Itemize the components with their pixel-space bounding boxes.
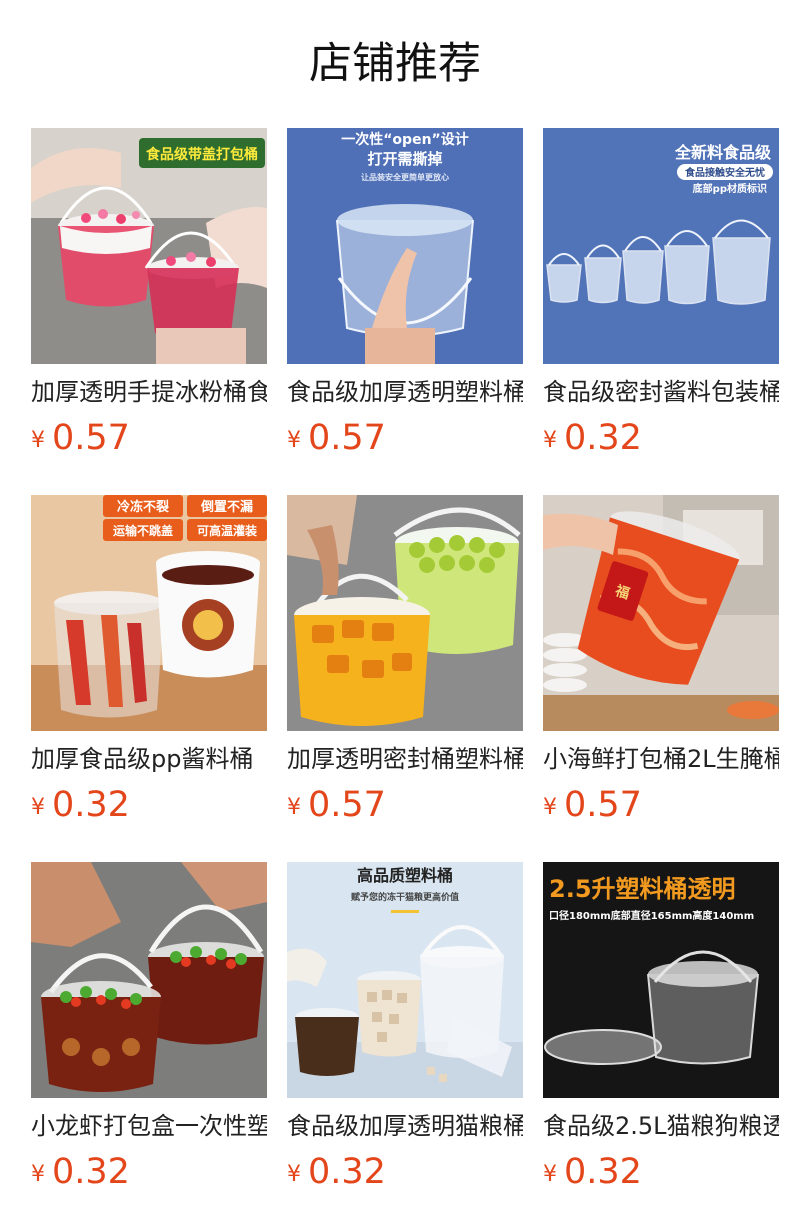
currency-symbol: ¥ (31, 1162, 45, 1187)
svg-text:运输不跳盖: 运输不跳盖 (113, 523, 173, 538)
product-price: ¥0.57 (31, 416, 130, 460)
currency-symbol: ¥ (287, 1162, 301, 1187)
currency-symbol: ¥ (287, 795, 301, 820)
svg-text:口径180mm底部直径165mm高度140mm: 口径180mm底部直径165mm高度140mm (549, 909, 754, 922)
currency-symbol: ¥ (543, 795, 557, 820)
svg-text:打开需撕掉: 打开需撕掉 (367, 150, 442, 168)
product-price: ¥0.32 (31, 783, 130, 827)
product-card[interactable]: 加厚透明密封桶塑料桶 ¥0.57 (287, 495, 523, 835)
price-value: 0.32 (564, 418, 642, 458)
product-image[interactable]: 全新料食品级 食品接触安全无忧 底部pp材质标识 (543, 128, 779, 364)
svg-text:全新料食品级: 全新料食品级 (674, 143, 772, 162)
product-card[interactable]: 高品质塑料桶 赋予您的冻干猫粮更高价值 食品级加厚透明猫粮桶 ¥ 0.32 (287, 862, 523, 1202)
product-image[interactable]: 一次性“open”设计 打开需撕掉 让品装安全更简单更放心 (287, 128, 523, 364)
bucket-photo-icon: 全新料食品级 食品接触安全无忧 底部pp材质标识 (543, 128, 779, 364)
product-price: ¥0.57 (287, 416, 386, 460)
product-name[interactable]: 加厚食品级pp酱料桶 (31, 742, 267, 776)
product-name[interactable]: 小龙虾打包盒一次性塑料桶 (31, 1109, 267, 1143)
bucket-photo-icon (31, 862, 267, 1098)
product-image[interactable]: 冷冻不裂 倒置不漏 运输不跳盖 可高温灌装 (31, 495, 267, 731)
svg-text:底部pp材质标识: 底部pp材质标识 (693, 182, 767, 195)
svg-text:赋予您的冻干猫粮更高价值: 赋予您的冻干猫粮更高价值 (351, 891, 459, 903)
product-name[interactable]: 小海鲜打包桶2L生腌桶 (543, 742, 779, 776)
product-price: ¥0.57 (543, 783, 642, 827)
product-card[interactable]: 食品级带盖打包桶 加厚透明手提冰粉桶食品级 ¥0.57 (31, 128, 267, 468)
section-title: 店铺推荐 (309, 39, 481, 89)
product-card[interactable]: 小龙虾打包盒一次性塑料桶 ¥0.32 (31, 862, 267, 1202)
svg-text:冷冻不裂: 冷冻不裂 (117, 499, 170, 515)
bucket-photo-icon: 食品级带盖打包桶 (31, 128, 267, 364)
product-card[interactable]: 一次性“open”设计 打开需撕掉 让品装安全更简单更放心 食品级加厚透明塑料桶… (287, 128, 523, 468)
product-name[interactable]: 加厚透明手提冰粉桶食品级 (31, 375, 267, 409)
bucket-photo-icon: 2.5升塑料桶透明 口径180mm底部直径165mm高度140mm (543, 862, 779, 1098)
product-name[interactable]: 食品级加厚透明猫粮桶 (287, 1109, 523, 1143)
price-value: 0.32 (52, 1152, 130, 1192)
bucket-photo-icon: 高品质塑料桶 赋予您的冻干猫粮更高价值 (287, 862, 523, 1098)
bucket-photo-icon (287, 495, 523, 731)
product-image[interactable]: 食品级带盖打包桶 (31, 128, 267, 364)
svg-text:食品接触安全无忧: 食品接触安全无忧 (684, 166, 765, 179)
product-image[interactable] (287, 495, 523, 731)
svg-text:2.5升塑料桶透明: 2.5升塑料桶透明 (549, 875, 736, 903)
currency-symbol: ¥ (543, 428, 557, 453)
currency-symbol: ¥ (31, 428, 45, 453)
product-name[interactable]: 食品级加厚透明塑料桶 (287, 375, 523, 409)
price-value: 0.32 (308, 1152, 386, 1192)
bucket-photo-icon: 冷冻不裂 倒置不漏 运输不跳盖 可高温灌装 (31, 495, 267, 731)
product-image[interactable]: 福 (543, 495, 779, 731)
product-price: ¥0.32 (287, 1150, 386, 1194)
store-recommendations-page: 店铺推荐 食品级带盖打包桶 加厚透明手提冰粉桶食 ¥ 0.57 一次性“open… (0, 0, 790, 1230)
svg-text:可高温灌装: 可高温灌装 (197, 523, 257, 538)
price-value: 0.57 (564, 785, 642, 825)
svg-text:让品装安全更简单更放心: 让品装安全更简单更放心 (361, 172, 449, 182)
product-card[interactable]: 全新料食品级 食品接触安全无忧 底部pp材质标识 食品级密封酱料包装桶 ¥ 0.… (543, 128, 779, 468)
svg-text:倒置不漏: 倒置不漏 (200, 499, 253, 515)
product-image[interactable]: 2.5升塑料桶透明 口径180mm底部直径165mm高度140mm (543, 862, 779, 1098)
currency-symbol: ¥ (31, 795, 45, 820)
product-price: ¥0.32 (31, 1150, 130, 1194)
price-value: 0.32 (52, 785, 130, 825)
svg-text:一次性“open”设计: 一次性“open”设计 (341, 131, 469, 148)
price-value: 0.57 (308, 418, 386, 458)
product-card[interactable]: 福 小海鲜打包桶2L生腌桶 ¥0.57 (543, 495, 779, 835)
product-image[interactable] (31, 862, 267, 1098)
product-card[interactable]: 2.5升塑料桶透明 口径180mm底部直径165mm高度140mm 食品级2.5… (543, 862, 779, 1202)
product-image[interactable]: 高品质塑料桶 赋予您的冻干猫粮更高价值 (287, 862, 523, 1098)
currency-symbol: ¥ (287, 428, 301, 453)
bucket-photo-icon: 一次性“open”设计 打开需撕掉 让品装安全更简单更放心 (287, 128, 523, 364)
product-name[interactable]: 食品级密封酱料包装桶 (543, 375, 779, 409)
currency-symbol: ¥ (543, 1162, 557, 1187)
bucket-photo-icon: 福 (543, 495, 779, 731)
product-price: ¥0.32 (543, 416, 642, 460)
product-price: ¥0.32 (543, 1150, 642, 1194)
product-card[interactable]: 冷冻不裂 倒置不漏 运输不跳盖 可高温灌装 加厚食品级pp酱料桶 ¥ 0.32 (31, 495, 267, 835)
svg-text:食品级带盖打包桶: 食品级带盖打包桶 (146, 146, 258, 163)
product-price: ¥0.57 (287, 783, 386, 827)
product-name[interactable]: 食品级2.5L猫粮狗粮透明桶 (543, 1109, 779, 1143)
price-value: 0.32 (564, 1152, 642, 1192)
product-name[interactable]: 加厚透明密封桶塑料桶 (287, 742, 523, 776)
price-value: 0.57 (52, 418, 130, 458)
price-value: 0.57 (308, 785, 386, 825)
svg-text:高品质塑料桶: 高品质塑料桶 (357, 866, 453, 885)
